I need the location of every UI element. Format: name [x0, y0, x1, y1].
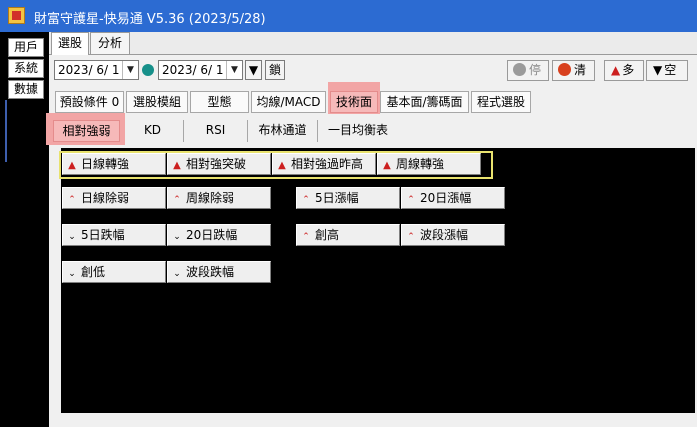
category-ma-macd[interactable]: 均線/MACD: [251, 91, 326, 113]
triangle-up-icon: ▲: [68, 160, 76, 171]
category-default-conditions[interactable]: 預設條件 0: [55, 91, 124, 113]
caret-up-icon: ⌃: [302, 232, 310, 242]
strategy-button[interactable]: ▲ 相對強過昨高: [272, 153, 376, 175]
clear-icon: [558, 63, 571, 76]
strategy-button[interactable]: ▲ 相對強突破: [167, 153, 271, 175]
strategy-button[interactable]: ⌃ 創高: [296, 224, 400, 246]
chevron-down-icon[interactable]: ▼: [122, 61, 138, 79]
caret-down-icon: ⌄: [68, 269, 76, 279]
side-menu-data[interactable]: 數據: [8, 80, 44, 99]
short-button[interactable]: ▼ 空: [646, 60, 688, 81]
start-date-value: 2023/ 6/ 1: [58, 63, 120, 77]
category-selection-module[interactable]: 選股模組: [126, 91, 188, 113]
start-date-select[interactable]: 2023/ 6/ 1 ▼: [54, 60, 139, 80]
date-dropdown-button[interactable]: ▼: [245, 60, 262, 80]
strategy-button[interactable]: ⌄ 5日跌幅: [62, 224, 166, 246]
minus-circle-icon: [513, 63, 526, 76]
strategy-button[interactable]: ▲ 周線轉強: [377, 153, 481, 175]
strategy-button[interactable]: ⌄ 創低: [62, 261, 166, 283]
status-dot-icon: [142, 64, 154, 76]
category-fundamental-chips[interactable]: 基本面/籌碼面: [380, 91, 469, 113]
category-program-selection[interactable]: 程式選股: [471, 91, 531, 113]
caret-down-icon: ⌄: [173, 232, 181, 242]
end-date-value: 2023/ 6/ 1: [162, 63, 224, 77]
triangle-down-icon: ▼: [248, 63, 259, 77]
short-label: 空: [664, 63, 677, 77]
strategy-button[interactable]: ▲ 日線轉強: [62, 153, 166, 175]
chevron-down-icon[interactable]: ▼: [226, 61, 242, 79]
caret-down-icon: ⌄: [173, 269, 181, 279]
caret-up-icon: ⌃: [302, 195, 310, 205]
subtab-bollinger[interactable]: 布林通道: [248, 120, 318, 142]
clear-button[interactable]: 清: [552, 60, 595, 81]
end-date-select[interactable]: 2023/ 6/ 1 ▼: [158, 60, 243, 80]
strategy-button[interactable]: ⌃ 20日漲幅: [401, 187, 505, 209]
lock-button[interactable]: 鎖: [265, 60, 285, 80]
category-pattern[interactable]: 型態: [190, 91, 249, 113]
triangle-up-icon: ▲: [611, 63, 621, 77]
side-menu-user[interactable]: 用戶: [8, 38, 44, 57]
category-row: 預設條件 0 選股模組 型態 均線/MACD 技術面 基本面/籌碼面 程式選股: [49, 82, 697, 115]
triangle-up-icon: ▲: [173, 160, 181, 171]
caret-up-icon: ⌃: [407, 195, 415, 205]
title-bar: 財富守護星-快易通 V5.36 (2023/5/28): [0, 0, 697, 32]
subtab-kd[interactable]: KD: [122, 120, 184, 142]
window-title: 財富守護星-快易通 V5.36 (2023/5/28): [34, 12, 266, 27]
caret-up-icon: ⌃: [407, 232, 415, 242]
triangle-up-icon: ▲: [383, 160, 391, 171]
subtab-relative-strength[interactable]: 相對強弱: [53, 120, 120, 142]
strategy-button[interactable]: ⌃ 波段漲幅: [401, 224, 505, 246]
caret-up-icon: ⌃: [173, 195, 181, 205]
stop-label: 停: [529, 63, 542, 77]
strategy-button[interactable]: ⌄ 波段跌幅: [167, 261, 271, 283]
side-accent-line: [5, 100, 7, 162]
triangle-down-icon: ▼: [653, 63, 663, 77]
date-range-row: 2023/ 6/ 1 ▼ 2023/ 6/ 1 ▼ ▼ 鎖 停 清 ▲ 多 ▼ 空: [49, 58, 697, 84]
clear-label: 清: [574, 63, 587, 77]
main-panel: 選股 分析 2023/ 6/ 1 ▼ 2023/ 6/ 1 ▼ ▼ 鎖 停 清 …: [46, 32, 697, 427]
strategy-button[interactable]: ⌃ 5日漲幅: [296, 187, 400, 209]
long-label: 多: [622, 63, 635, 77]
caret-up-icon: ⌃: [68, 195, 76, 205]
subtab-ichimoku[interactable]: 一目均衡表: [318, 120, 398, 142]
tab-stock-selection[interactable]: 選股: [51, 32, 89, 55]
triangle-up-icon: ▲: [278, 160, 286, 171]
side-menu: 用戶 系統 數據: [0, 32, 48, 427]
side-menu-system[interactable]: 系統: [8, 59, 44, 78]
tab-analysis[interactable]: 分析: [90, 32, 130, 54]
strategy-button[interactable]: ⌃ 日線除弱: [62, 187, 166, 209]
subtab-rsi[interactable]: RSI: [184, 120, 248, 142]
stop-button[interactable]: 停: [507, 60, 549, 81]
caret-down-icon: ⌄: [68, 232, 76, 242]
category-technical[interactable]: 技術面: [330, 91, 378, 113]
strategy-button[interactable]: ⌃ 周線除弱: [167, 187, 271, 209]
strategy-button[interactable]: ⌄ 20日跌幅: [167, 224, 271, 246]
subtab-row: 相對強弱 KD RSI 布林通道 一目均衡表: [46, 113, 697, 145]
long-button[interactable]: ▲ 多: [604, 60, 644, 81]
tab-bar: 選股 分析: [49, 32, 697, 55]
app-icon: [8, 7, 25, 24]
